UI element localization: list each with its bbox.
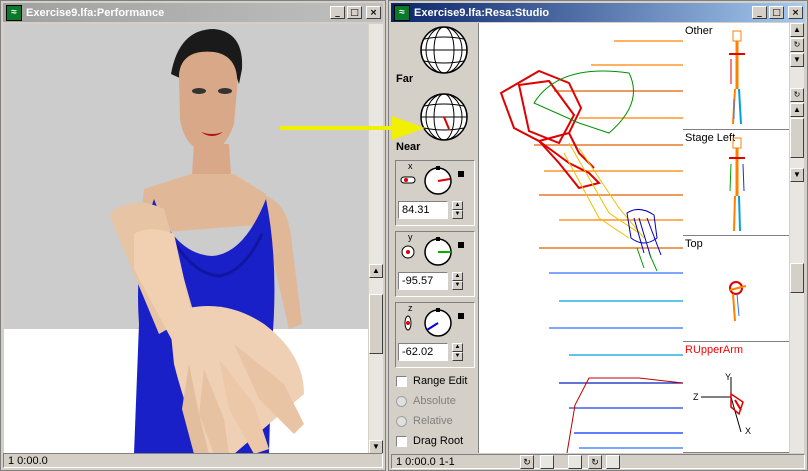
view-pane-rupperarm[interactable]: RUpperArm Z Y X [683, 342, 789, 453]
relative-label: Relative [413, 415, 453, 427]
x-dial-icon[interactable] [398, 163, 468, 197]
absolute-label: Absolute [413, 395, 456, 407]
z-rotation-group: z -62.02 ▲ ▼ [395, 302, 475, 368]
view-label-top: Top [685, 238, 703, 250]
figure-top-view [729, 281, 747, 322]
far-trackball-icon[interactable] [416, 25, 474, 75]
minimize-button[interactable]: _ [752, 6, 767, 19]
view-pane-top[interactable]: Top [683, 236, 789, 342]
range-edit-checkbox[interactable]: Range Edit [396, 375, 467, 387]
range-edit-box[interactable] [396, 375, 407, 387]
camera-control-panel: Far Near x 84.31 ▲ ▼ y -95.57 ▲ ▼ z -62.… [391, 23, 478, 453]
drag-root-label: Drag Root [413, 435, 464, 447]
z-spin-up[interactable]: ▲ [452, 343, 463, 352]
y-value-field[interactable]: -95.57 [398, 272, 448, 290]
axis-x-label: X [745, 426, 751, 436]
skeleton-wireframe [499, 40, 683, 453]
axis-y-label: Y [725, 372, 731, 382]
z-value-field[interactable]: -62.02 [398, 343, 448, 361]
y-dial-icon[interactable] [398, 234, 468, 268]
y-spin-up[interactable]: ▲ [452, 272, 463, 281]
x-spin-down[interactable]: ▼ [452, 210, 463, 219]
window-title: Exercise9.lfa:Performance [26, 6, 165, 19]
scroll-thumb[interactable] [369, 294, 383, 354]
status-refresh-icon[interactable]: ↻ [520, 455, 534, 469]
refresh-button[interactable]: ↻ [790, 38, 804, 52]
status-step-icon[interactable] [568, 455, 582, 469]
app-icon: ≈ [394, 4, 410, 21]
performance-vertical-scrollbar[interactable]: ▲ ▼ [369, 24, 383, 454]
maximize-button[interactable]: □ [347, 6, 362, 19]
absolute-radio-button[interactable] [396, 395, 407, 407]
range-edit-label: Range Edit [413, 375, 468, 387]
scroll-thumb-2[interactable] [790, 263, 804, 293]
view-label-other: Other [685, 25, 713, 37]
scroll-down-button[interactable]: ▼ [790, 53, 804, 67]
status-loop-icon[interactable]: ↻ [588, 455, 602, 469]
drag-root-checkbox[interactable]: Drag Root [396, 435, 463, 447]
close-button[interactable]: × [366, 6, 381, 19]
status-frame-icon[interactable] [606, 455, 620, 469]
scroll-up-button-2[interactable]: ▲ [790, 103, 804, 117]
z-dial-icon[interactable] [398, 305, 468, 339]
maximize-button[interactable]: □ [769, 6, 784, 19]
close-button[interactable]: × [788, 6, 803, 19]
axis-z-label: Z [693, 392, 699, 402]
studio-statusbar: 1 0:00.0 1-1 ↻ ↻ [391, 454, 805, 469]
studio-titlebar[interactable]: ≈ Exercise9.lfa:Resa:Studio _ □ × [391, 3, 805, 22]
studio-main-viewport[interactable] [478, 23, 683, 453]
refresh-button-2[interactable]: ↻ [790, 88, 804, 102]
figure-stage-left-view [729, 137, 745, 232]
x-value-field[interactable]: 84.31 [398, 201, 448, 219]
performance-viewport[interactable] [4, 24, 368, 454]
scroll-down-button-2[interactable]: ▼ [790, 168, 804, 182]
y-rotation-group: y -95.57 ▲ ▼ [395, 231, 475, 297]
absolute-radio[interactable]: Absolute [396, 395, 456, 407]
view-label-rupperarm: RUpperArm [685, 344, 744, 356]
app-icon: ≈ [6, 4, 22, 21]
studio-vertical-scrollbar[interactable]: ▲ ↻ ▼ ↻ ▲ ▼ [790, 23, 804, 453]
scroll-down-button[interactable]: ▼ [369, 440, 383, 454]
view-pane-other[interactable]: Other [683, 23, 789, 130]
scroll-up-button[interactable]: ▲ [790, 23, 804, 37]
far-label: Far [396, 73, 414, 85]
scroll-up-button[interactable]: ▲ [369, 264, 383, 278]
performance-titlebar[interactable]: ≈ Exercise9.lfa:Performance _ □ × [3, 3, 383, 22]
performance-statusbar: 1 0:00.0 [3, 453, 383, 468]
performance-window: ≈ Exercise9.lfa:Performance _ □ × ▲ ▼ 1 … [0, 0, 386, 471]
character-render [4, 24, 368, 454]
window-title: Exercise9.lfa:Resa:Studio [414, 6, 550, 19]
status-play-icon[interactable] [540, 455, 554, 469]
y-spin-down[interactable]: ▼ [452, 281, 463, 290]
view-pane-stage-left[interactable]: Stage Left [683, 130, 789, 236]
scroll-thumb[interactable] [790, 118, 804, 158]
z-spin-down[interactable]: ▼ [452, 352, 463, 361]
axis-gizmo: Z Y X [693, 372, 751, 436]
studio-status-text: 1 0:00.0 1-1 [396, 456, 455, 468]
minimize-button[interactable]: _ [330, 6, 345, 19]
x-rotation-group: x 84.31 ▲ ▼ [395, 160, 475, 226]
figure-other-view [729, 30, 745, 125]
drag-root-box[interactable] [396, 435, 407, 447]
x-spin-up[interactable]: ▲ [452, 201, 463, 210]
pointer-arrow [280, 116, 425, 140]
relative-radio[interactable]: Relative [396, 415, 453, 427]
relative-radio-button[interactable] [396, 415, 407, 427]
